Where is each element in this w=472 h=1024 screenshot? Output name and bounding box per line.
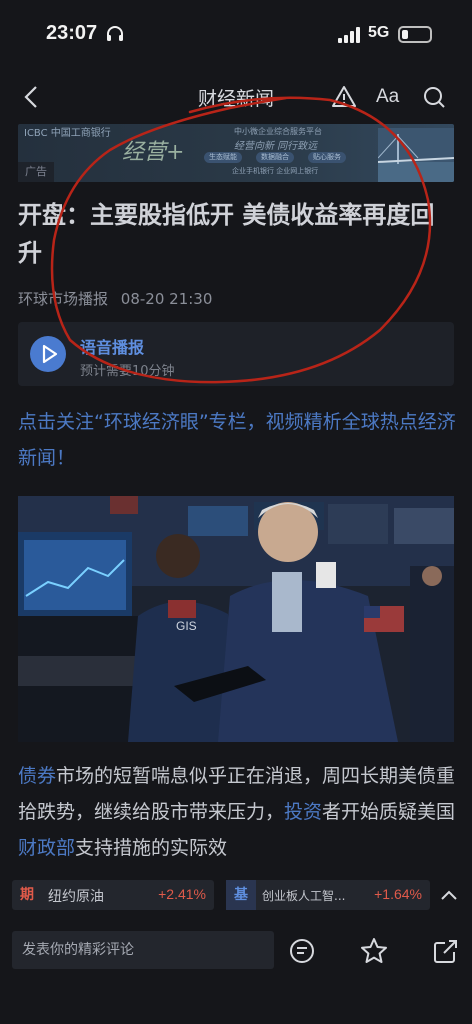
audio-label: 语音播报 (80, 338, 145, 357)
signal-icon (338, 27, 360, 43)
font-size-button[interactable]: Aa (376, 86, 399, 108)
star-icon[interactable] (360, 937, 388, 965)
ad-slogan: 经营+ (122, 140, 185, 165)
ticker-badge: 期 (20, 887, 34, 903)
headphone-icon (107, 26, 123, 41)
article-source[interactable]: 环球市场播报 (18, 290, 108, 308)
article-body: 债券市场的短暂喘息似乎正在消退，周四长期美债重拾跌势，继续给股市带来压力，投资者… (18, 758, 458, 870)
share-icon[interactable] (432, 937, 460, 965)
ad-pill: 贴心服务 (308, 152, 346, 163)
ticker-name: 创业板人工智... (262, 889, 346, 903)
ticker-change: +1.64% (374, 886, 422, 902)
keyword-link[interactable]: 债券 (18, 765, 56, 787)
trading-floor-photo: GIS (18, 496, 454, 742)
status-time: 23:07 (46, 22, 98, 44)
ad-bank-name: ICBC 中国工商银行 (24, 128, 111, 139)
ad-tagline: 经营向新 同行致远 (234, 141, 318, 152)
article-title: 开盘：主要股指低开 美债收益率再度回升 (18, 201, 435, 267)
ad-label: 广告 (18, 162, 54, 182)
jacket-sign: GIS (176, 619, 197, 633)
ticker-name: 纽约原油 (48, 889, 104, 905)
ticker-bar: 期 纽约原油 +2.41% 基 创业板人工智... +1.64% (0, 870, 472, 920)
chevron-up-icon[interactable] (438, 886, 460, 904)
ad-pill: 生态赋能 (204, 152, 242, 163)
ticker-ai-fund[interactable]: 基 创业板人工智... +1.64% (226, 880, 430, 910)
search-icon[interactable] (422, 85, 446, 109)
ad-banner[interactable]: ICBC 中国工商银行 经营+ 中小微企业综合服务平台 经营向新 同行致远 生态… (18, 124, 454, 182)
comment-input[interactable]: 发表你的精彩评论 (12, 931, 274, 969)
play-icon (42, 344, 58, 364)
body-text: 支持措施的实际效 (75, 837, 228, 859)
battery-icon (398, 26, 432, 43)
status-bar: 23:07 5G (0, 0, 472, 66)
page-title: 财经新闻 (197, 88, 274, 110)
article-datetime: 08-20 21:30 (120, 290, 213, 308)
ad-footer: 企业手机银行 企业网上银行 (232, 167, 319, 175)
ticker-crude-oil[interactable]: 期 纽约原油 +2.41% (12, 880, 214, 910)
audio-estimate: 预计需要10分钟 (80, 364, 175, 379)
report-warning-icon[interactable] (332, 85, 356, 109)
keyword-link[interactable]: 投资 (284, 801, 322, 823)
keyword-link[interactable]: 财政部 (18, 837, 75, 859)
article-meta: 环球市场播报 08-20 21:30 (18, 288, 220, 309)
ad-pill: 数据融合 (256, 152, 294, 163)
body-text: 者开始质疑美国 (322, 801, 456, 823)
ticker-change: +2.41% (158, 886, 206, 902)
network-type: 5G (368, 24, 390, 41)
bridge-image (378, 128, 454, 182)
comment-bar: 发表你的精彩评论 (0, 920, 472, 1024)
audio-broadcast-card[interactable]: 语音播报 预计需要10分钟 (18, 322, 454, 386)
ad-subtitle: 中小微企业综合服务平台 (234, 127, 322, 136)
top-nav: 财经新闻 Aa (0, 70, 472, 124)
comments-icon[interactable] (288, 937, 316, 965)
play-button[interactable] (30, 336, 66, 372)
ticker-badge: 基 (226, 880, 256, 910)
column-promo-link[interactable]: 点击关注“环球经济眼”专栏，视频精析全球热点经济新闻！ (18, 404, 458, 476)
